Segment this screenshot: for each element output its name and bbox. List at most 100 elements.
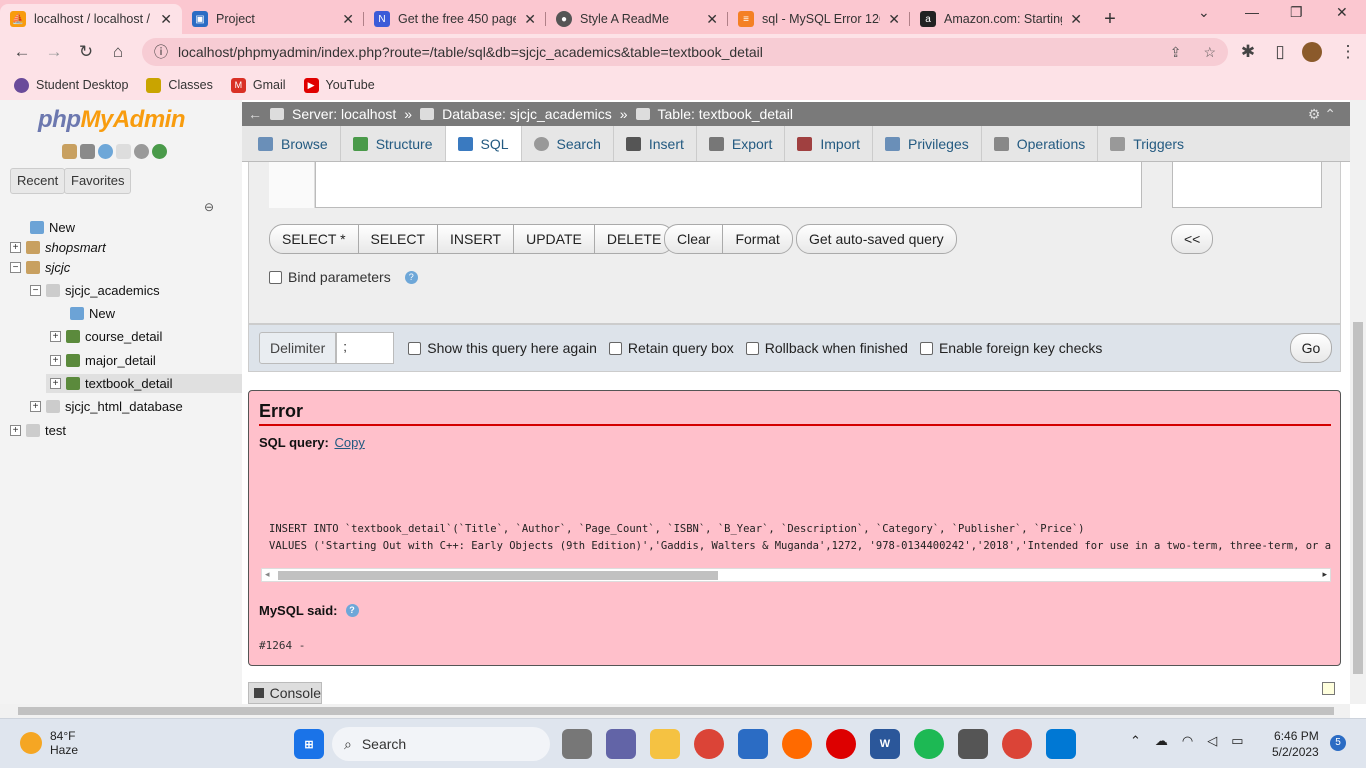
opera-icon[interactable] [826,729,856,759]
tab-structure[interactable]: Structure [341,126,446,161]
close-icon[interactable]: ✕ [1070,11,1082,28]
browser-tab[interactable]: a Amazon.com: Starting ✕ [910,4,1092,34]
browser-tab[interactable]: ⛵ localhost / localhost / ✕ [0,4,182,34]
select-button[interactable]: SELECT [359,225,439,253]
tree-db-sjcjc-html-database[interactable]: + sjcjc_html_database [30,399,183,414]
collapse-nav-icon[interactable]: ← [248,106,262,122]
console-toggle[interactable]: Console [248,682,322,704]
browser-tab[interactable]: ● Style A ReadMe ✕ [546,4,728,34]
onedrive-icon[interactable]: ☁ [1155,733,1168,749]
tab-search[interactable]: Search [522,126,614,161]
taskbar-search[interactable]: ⌕ Search [332,727,550,761]
home-icon[interactable] [62,144,77,159]
tree-table-course-detail[interactable]: + course_detail [50,329,162,344]
tree-db-shopsmart[interactable]: + shopsmart [10,240,106,255]
collapse-columns-button[interactable]: << [1172,225,1212,253]
close-icon[interactable]: ✕ [160,11,172,28]
tree-db-test[interactable]: + test [10,423,66,438]
page-vertical-scrollbar[interactable] [1350,100,1366,704]
vscode-icon[interactable] [1046,729,1076,759]
help-icon[interactable]: ? [404,270,418,284]
tab-sql[interactable]: SQL [445,126,522,161]
tree-new[interactable]: New [30,220,75,235]
code-horizontal-scrollbar[interactable]: ◂ ▸ [261,568,1331,582]
side-panel-icon[interactable]: ▯ [1264,36,1296,68]
link-icon[interactable]: ⊖ [204,200,214,214]
tab-privileges[interactable]: Privileges [873,126,982,161]
tree-table-textbook-detail[interactable]: + textbook_detail [46,374,242,393]
store-icon[interactable] [738,729,768,759]
forward-icon[interactable]: → [38,36,70,68]
settings-icon[interactable]: ⚙ ⌃ [1308,106,1350,123]
delete-button[interactable]: DELETE [595,225,673,253]
tab-insert[interactable]: Insert [614,126,697,161]
foreign-key-checkbox[interactable] [919,341,933,355]
show-query-checkbox[interactable] [408,341,422,355]
favorites-button[interactable]: Favorites [64,168,132,194]
sql-query-textarea[interactable] [315,162,1142,208]
tree-db-sjcjc[interactable]: − sjcjc [10,260,70,275]
copy-link[interactable]: Copy [334,435,364,450]
format-button[interactable]: Format [723,225,791,253]
start-icon[interactable]: ⊞ [294,729,324,759]
wifi-icon[interactable]: ◠ [1182,733,1193,749]
reload-nav-icon[interactable] [152,144,167,159]
browser-tab[interactable]: N Get the free 450 page ✕ [364,4,546,34]
chrome-profile-icon[interactable] [1002,729,1032,759]
new-tab-button[interactable]: + [1092,4,1128,34]
restore-icon[interactable]: ❐ [1290,4,1303,21]
volume-icon[interactable]: ◁ [1207,733,1217,749]
clock[interactable]: 6:46 PM 5/2/2023 [1272,728,1319,760]
bookmark-star-icon[interactable]: ☆ [1203,44,1228,61]
help-icon[interactable] [98,144,113,159]
docs-icon[interactable] [116,144,131,159]
extensions-icon[interactable]: ✱ [1232,36,1264,68]
settings-icon[interactable] [134,144,149,159]
spotify-icon[interactable] [914,729,944,759]
bookmark-youtube[interactable]: ▶ YouTube [303,77,375,93]
tab-triggers[interactable]: Triggers [1098,126,1196,161]
teams-icon[interactable] [606,729,636,759]
bookmark-classes[interactable]: Classes [146,77,213,93]
chevron-up-icon[interactable]: ⌃ [1130,733,1141,749]
page-horizontal-scrollbar[interactable] [0,704,1350,718]
go-button[interactable]: Go [1290,333,1332,363]
chrome-icon[interactable] [694,729,724,759]
breadcrumb-database[interactable]: Database: sjcjc_academics [442,106,612,122]
url-bar[interactable]: ⓘ localhost/phpmyadmin/index.php?route=/… [142,38,1228,66]
info-icon[interactable]: ⓘ [154,42,168,62]
word-icon[interactable]: W [870,729,900,759]
firefox-icon[interactable] [782,729,812,759]
window-close-icon[interactable]: ✕ [1336,4,1348,21]
browser-tab[interactable]: ≡ sql - MySQL Error 126 ✕ [728,4,910,34]
back-icon[interactable]: ← [6,36,38,68]
tab-import[interactable]: Import [785,126,874,161]
minimize-icon[interactable]: — [1245,4,1259,20]
close-icon[interactable]: ✕ [524,11,536,28]
task-view-icon[interactable] [562,729,592,759]
get-autosaved-button[interactable]: Get auto-saved query [797,225,956,253]
tab-operations[interactable]: Operations [982,126,1099,161]
breadcrumb-server[interactable]: Server: localhost [292,106,396,122]
retain-query-checkbox[interactable] [608,341,622,355]
tree-new-table[interactable]: New [70,306,115,321]
close-icon[interactable]: ✕ [342,11,354,28]
breadcrumb-table[interactable]: Table: textbook_detail [658,106,793,122]
insert-button[interactable]: INSERT [438,225,515,253]
tab-export[interactable]: Export [697,126,786,161]
phpmyadmin-logo[interactable]: phpMyAdmin [38,106,185,134]
rollback-checkbox[interactable] [745,341,759,355]
bind-parameters-checkbox[interactable] [269,270,282,284]
clear-button[interactable]: Clear [665,225,724,253]
tree-table-major-detail[interactable]: + major_detail [50,353,156,368]
reload-icon[interactable]: ↻ [70,36,102,68]
menu-icon[interactable]: ⋮ [1332,36,1364,68]
weather-widget[interactable]: 84°F Haze [20,729,78,757]
battery-icon[interactable]: ▭ [1231,733,1243,749]
select-all-button[interactable]: SELECT * [270,225,359,253]
bookmark-student-desktop[interactable]: Student Desktop [14,77,128,93]
home-icon[interactable]: ⌂ [102,36,134,68]
columns-list[interactable] [1172,162,1322,208]
share-icon[interactable]: ⇪ [1170,44,1194,61]
update-button[interactable]: UPDATE [514,225,595,253]
